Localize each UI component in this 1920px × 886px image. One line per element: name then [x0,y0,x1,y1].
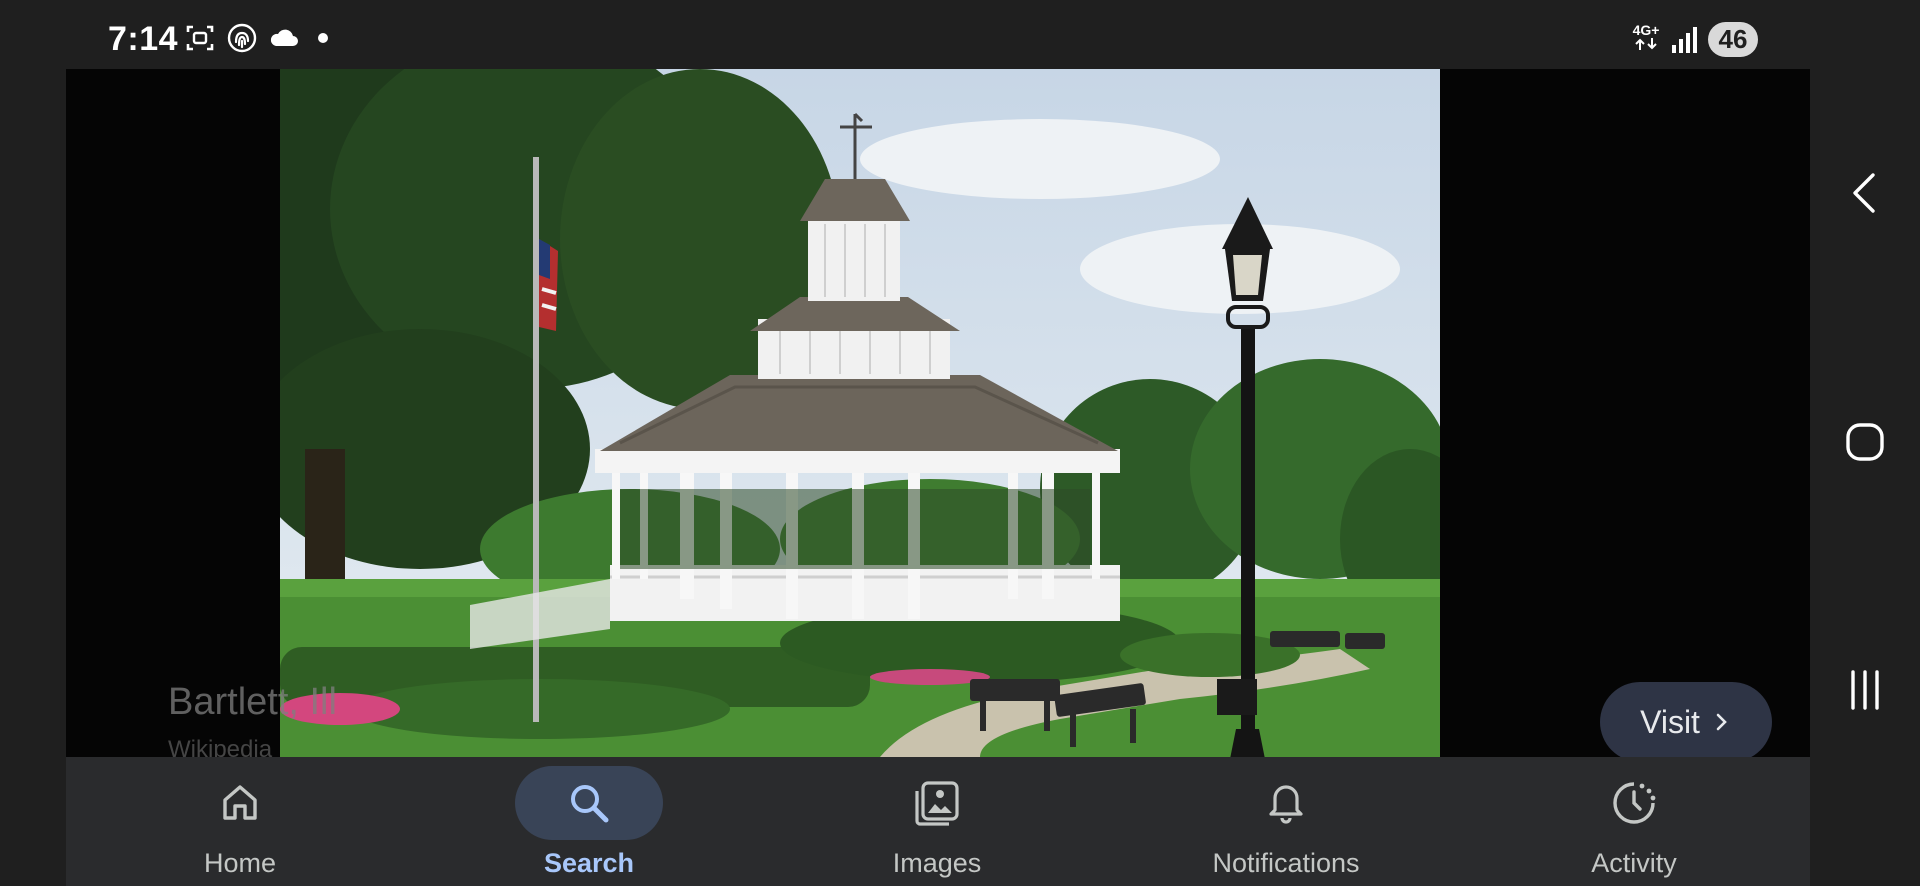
nav-home-label: Home [203,848,277,878]
nav-activity-label: Activity [1591,848,1677,878]
caption-title: Bartlett, Ill [168,681,337,723]
nav-search-pill [515,766,663,840]
bottom-navigation: Home Search Images Notifications Activit… [66,757,1810,886]
status-bar: 7:14 4G+ 46 [0,0,1810,70]
bell-icon [1269,785,1303,824]
system-home-button[interactable] [1836,413,1894,471]
nav-search[interactable]: Search [459,757,719,886]
nav-images-label: Images [892,848,982,878]
nav-home-pill [166,766,314,840]
nav-search-label: Search [543,848,635,878]
system-recents-button[interactable] [1836,661,1894,719]
visit-button[interactable]: Visit [1600,682,1772,762]
gazebo-photo[interactable] [280,69,1440,757]
nav-activity[interactable]: Activity [1504,757,1764,886]
recents-icon [1851,670,1879,710]
cloud-icon [270,29,298,46]
nav-activity-pill [1560,766,1708,840]
home-icon [223,785,257,820]
status-icons-left [184,22,328,54]
home-circle-icon [1846,423,1884,461]
nav-home[interactable]: Home [110,757,370,886]
nav-images-pill [863,766,1011,840]
screenshot-icon [186,25,214,51]
notification-dot-icon [318,33,328,43]
status-icons-right: 4G+ 46 [1632,22,1758,57]
system-back-button[interactable] [1836,164,1894,222]
network-type: 4G+ [1632,23,1660,56]
status-time: 7:14 [108,20,179,58]
caption-source: Wikipedia [168,736,273,757]
visit-label: Visit [1640,703,1700,740]
images-icon [915,781,959,826]
signal-icon [1672,26,1697,53]
nav-images[interactable]: Images [807,757,1067,886]
fingerprint-icon [227,23,257,53]
back-icon [1853,173,1875,213]
image-caption[interactable]: Bartlett, Ill Wikipedia [168,681,337,757]
data-arrows-icon [1635,38,1657,50]
search-icon [571,785,609,823]
nav-notifications[interactable]: Notifications [1156,757,1416,886]
system-navigation [1810,0,1920,886]
activity-icon [1613,782,1656,824]
battery-indicator: 46 [1708,22,1758,57]
chevron-right-icon [1716,713,1727,731]
nav-notifications-label: Notifications [1212,848,1360,878]
nav-notifications-pill [1212,766,1360,840]
image-viewer[interactable]: Bartlett, Ill Wikipedia [66,69,1810,757]
